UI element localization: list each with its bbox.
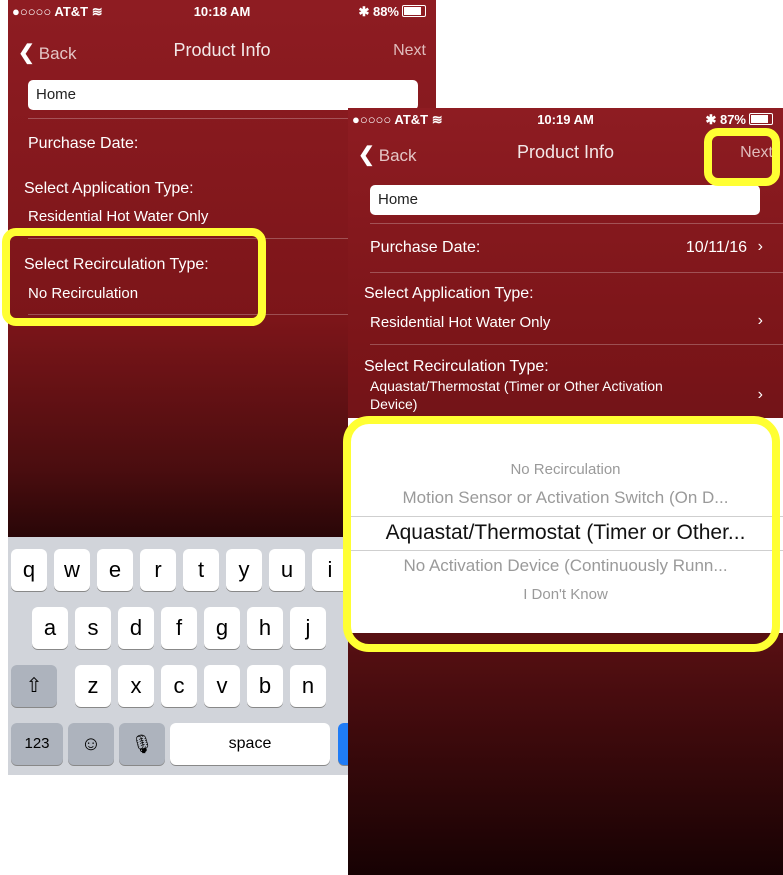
key-n[interactable]: n bbox=[290, 665, 326, 707]
key-s[interactable]: s bbox=[75, 607, 111, 649]
numbers-key[interactable]: 123 bbox=[11, 723, 63, 765]
key-a[interactable]: a bbox=[32, 607, 68, 649]
key-f[interactable]: f bbox=[161, 607, 197, 649]
key-b[interactable]: b bbox=[247, 665, 283, 707]
battery-indicator: ✱ 87% bbox=[705, 112, 773, 128]
page-title: Product Info bbox=[173, 40, 271, 60]
key-d[interactable]: d bbox=[118, 607, 154, 649]
application-type-label[interactable]: Select Application Type: bbox=[364, 285, 534, 303]
name-field[interactable]: Home bbox=[28, 80, 418, 110]
recirculation-type-value[interactable]: Aquastat/Thermostat (Timer or Other Acti… bbox=[370, 378, 663, 394]
chevron-right-icon: › bbox=[757, 312, 763, 329]
status-bar: ●○○○○ AT&T ≋ 10:18 AM ✱ 88% bbox=[8, 0, 436, 24]
key-e[interactable]: e bbox=[97, 549, 133, 591]
key-h[interactable]: h bbox=[247, 607, 283, 649]
highlight-box-next bbox=[704, 128, 780, 186]
battery-indicator: ✱ 88% bbox=[358, 4, 426, 20]
shift-key[interactable]: ⇧ bbox=[11, 665, 57, 707]
key-u[interactable]: u bbox=[269, 549, 305, 591]
purchase-date-label[interactable]: Purchase Date: bbox=[370, 239, 480, 257]
highlight-box-picker bbox=[343, 416, 780, 652]
application-type-label[interactable]: Select Application Type: bbox=[24, 180, 194, 198]
key-j[interactable]: j bbox=[290, 607, 326, 649]
space-key[interactable]: space bbox=[170, 723, 330, 765]
next-button[interactable]: Next bbox=[393, 42, 426, 60]
divider bbox=[370, 223, 783, 224]
key-q[interactable]: q bbox=[11, 549, 47, 591]
key-v[interactable]: v bbox=[204, 665, 240, 707]
key-y[interactable]: y bbox=[226, 549, 262, 591]
key-t[interactable]: t bbox=[183, 549, 219, 591]
nav-bar: ❮ Back Product Info Next bbox=[8, 28, 436, 72]
key-g[interactable]: g bbox=[204, 607, 240, 649]
battery-icon bbox=[402, 5, 426, 17]
chevron-right-icon: › bbox=[757, 386, 763, 403]
divider bbox=[370, 344, 783, 345]
battery-icon bbox=[749, 113, 773, 125]
purchase-date-label[interactable]: Purchase Date: bbox=[28, 135, 138, 153]
recirculation-type-value-cont: Device) bbox=[370, 396, 418, 412]
name-field[interactable]: Home bbox=[370, 185, 760, 215]
application-type-value[interactable]: Residential Hot Water Only bbox=[370, 314, 550, 331]
key-r[interactable]: r bbox=[140, 549, 176, 591]
highlight-box-recirculation bbox=[2, 228, 266, 326]
key-c[interactable]: c bbox=[161, 665, 197, 707]
recirculation-type-label[interactable]: Select Recirculation Type: bbox=[364, 358, 549, 376]
chevron-right-icon: › bbox=[757, 238, 763, 255]
emoji-key[interactable]: ☺ bbox=[68, 723, 114, 765]
purchase-date-value[interactable]: 10/11/16 bbox=[686, 239, 747, 257]
key-x[interactable]: x bbox=[118, 665, 154, 707]
application-type-value[interactable]: Residential Hot Water Only bbox=[28, 208, 208, 225]
key-z[interactable]: z bbox=[75, 665, 111, 707]
microphone-icon[interactable]: 🎙 bbox=[119, 723, 165, 765]
key-w[interactable]: w bbox=[54, 549, 90, 591]
divider bbox=[370, 272, 783, 273]
